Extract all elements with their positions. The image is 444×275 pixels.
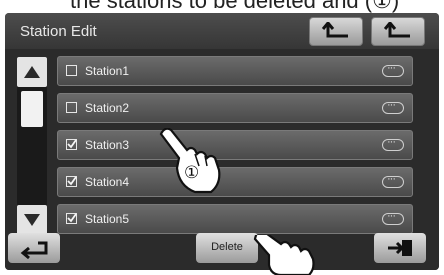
- caption-strip: the stations to be deleted and (①): [70, 0, 400, 13]
- options-icon[interactable]: [382, 210, 404, 225]
- triangle-up-icon: [24, 66, 40, 78]
- exit-button[interactable]: [374, 233, 426, 263]
- options-icon[interactable]: [382, 62, 404, 77]
- checkmark-icon: [67, 139, 77, 149]
- title-bar: Station Edit: [5, 13, 439, 49]
- station-checkbox[interactable]: [66, 213, 77, 224]
- back-button[interactable]: [309, 17, 363, 46]
- back-arrow-icon: [322, 22, 348, 38]
- step-marker: ①: [184, 163, 200, 182]
- station-row-3[interactable]: Station3: [57, 130, 413, 160]
- options-icon[interactable]: [382, 99, 404, 114]
- station-label: Station1: [85, 64, 130, 78]
- station-row-4[interactable]: Station4: [57, 167, 413, 197]
- scroll-down-button[interactable]: [17, 205, 47, 235]
- checkmark-icon: [67, 213, 77, 223]
- pointing-hand-icon: [253, 235, 315, 275]
- page-title: Station Edit: [20, 23, 97, 40]
- station-row-1[interactable]: Station1: [57, 56, 413, 86]
- exit-icon: [388, 240, 412, 256]
- back-arrow-icon: [384, 22, 410, 38]
- options-icon[interactable]: [382, 173, 404, 188]
- scroll-thumb[interactable]: [21, 91, 43, 127]
- station-row-2[interactable]: Station2: [57, 93, 413, 123]
- scroll-bar[interactable]: [17, 57, 47, 235]
- station-label: Station4: [85, 175, 130, 189]
- station-label: Station2: [85, 101, 130, 115]
- station-label: Station3: [85, 138, 130, 152]
- triangle-down-icon: [24, 214, 40, 226]
- scroll-up-button[interactable]: [17, 57, 47, 87]
- station-checkbox[interactable]: [66, 102, 77, 113]
- checkmark-icon: [67, 176, 77, 186]
- back-to-top-button[interactable]: [371, 17, 425, 46]
- station-checkbox[interactable]: [66, 176, 77, 187]
- options-icon[interactable]: [382, 136, 404, 151]
- station-checkbox[interactable]: [66, 65, 77, 76]
- station-label: Station5: [85, 212, 130, 226]
- station-checkbox[interactable]: [66, 139, 77, 150]
- station-row-5[interactable]: Station5: [57, 204, 413, 234]
- return-button[interactable]: [8, 233, 60, 263]
- return-arrow-icon: [20, 241, 48, 260]
